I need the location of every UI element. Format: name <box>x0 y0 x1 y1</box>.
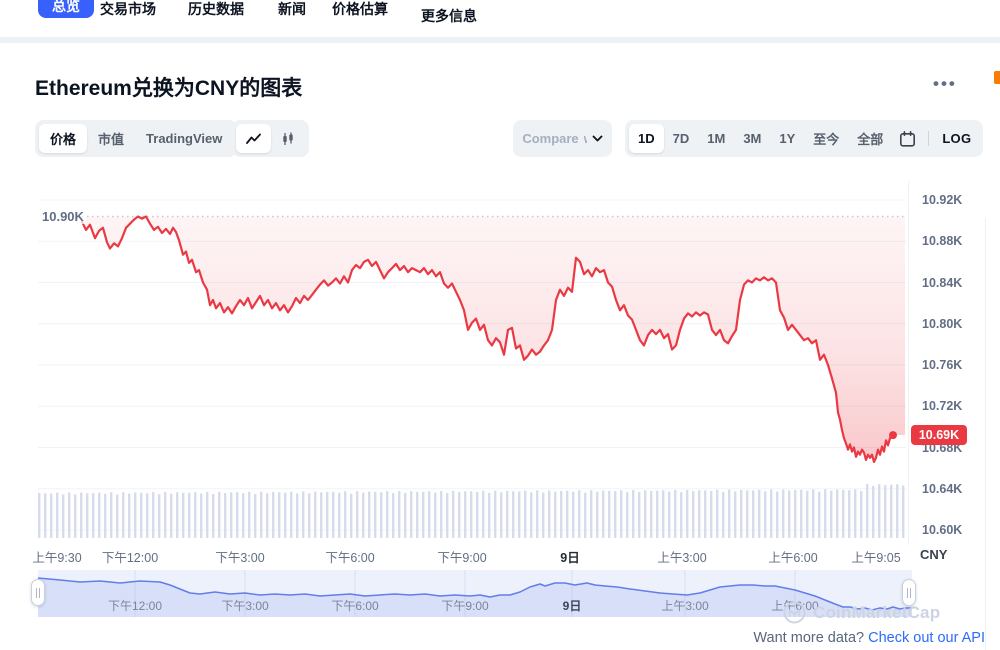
line-chart-button[interactable] <box>236 124 271 153</box>
y-axis-labels: 10.92K 10.88K 10.84K 10.80K 10.76K 10.72K 10.6… <box>922 0 992 560</box>
range-1m[interactable]: 1M <box>698 124 734 153</box>
range-1d[interactable]: 1D <box>629 124 664 153</box>
tab-overview[interactable]: 总览 <box>38 0 94 18</box>
watermark: CoinMarketCap <box>783 601 940 624</box>
x-axis-label: 下午9:00 <box>437 547 486 566</box>
price-chart-plot[interactable]: CoinMarketCap <box>38 180 906 538</box>
compare-label: Compare <box>522 131 578 146</box>
price-chart-svg <box>38 180 906 538</box>
y-axis-label: 10.60K <box>922 523 962 537</box>
candlestick-chart-button[interactable] <box>271 124 305 153</box>
compare-truncated-text: w <box>584 131 587 146</box>
y-axis-label: 10.76K <box>922 358 962 372</box>
navigator-label: 9日 <box>563 597 582 614</box>
metric-toggle-group: 价格 市值 TradingView <box>35 120 237 157</box>
api-promo-text: Want more data? <box>753 630 864 646</box>
y-axis-label: 10.80K <box>922 317 962 331</box>
range-1y[interactable]: 1Y <box>770 124 804 153</box>
x-axis-label: 下午3:00 <box>215 547 264 566</box>
coin-section-tabs: 总览 交易市场 历史数据 新闻 价格估算 更多信息 <box>0 0 1000 36</box>
navigator-right-handle[interactable] <box>902 579 916 606</box>
api-promo: Want more data? Check out our API <box>0 630 985 646</box>
navigator-label: 下午12:00 <box>108 597 162 614</box>
coinmarketcap-logo-icon <box>783 601 806 624</box>
watermark-text: CoinMarketCap <box>813 603 940 623</box>
last-price-badge: 10.69K <box>911 425 967 445</box>
x-axis-label: 上午3:00 <box>657 547 706 566</box>
tab-markets[interactable]: 交易市场 <box>100 0 156 19</box>
range-3m[interactable]: 3M <box>734 124 770 153</box>
range-7d[interactable]: 7D <box>664 124 699 153</box>
cutoff-flame-icon <box>994 71 1000 84</box>
x-axis-labels: 上午9:30下午12:00下午3:00下午6:00下午9:009日上午3:00上… <box>38 547 906 565</box>
x-axis-label: 下午6:00 <box>325 547 374 566</box>
metric-tab-price[interactable]: 价格 <box>39 124 87 153</box>
chevron-down-icon <box>592 135 603 142</box>
api-link[interactable]: Check out our API <box>868 630 985 646</box>
open-price-label: 10.90K <box>40 209 86 224</box>
y-axis-label: 10.64K <box>922 482 962 496</box>
x-axis-label: 下午12:00 <box>102 547 158 566</box>
compare-dropdown[interactable]: Compare w <box>513 120 612 157</box>
x-axis-label: 上午6:00 <box>768 547 817 566</box>
metric-tab-marketcap[interactable]: 市值 <box>87 124 135 153</box>
tab-historical-data[interactable]: 历史数据 <box>188 0 244 19</box>
tab-news[interactable]: 新闻 <box>278 0 306 19</box>
right-panel-divider <box>985 218 986 650</box>
section-divider <box>0 37 1000 43</box>
x-axis-label: 9日 <box>560 547 579 566</box>
navigator-label: 下午9:00 <box>441 597 488 614</box>
navigator-label: 上午3:00 <box>661 597 708 614</box>
metric-tab-tradingview[interactable]: TradingView <box>135 124 233 153</box>
range-ytd[interactable]: 至今 <box>804 124 848 153</box>
candlestick-icon <box>281 132 295 146</box>
y-axis-label: 10.92K <box>922 193 962 207</box>
calendar-icon <box>899 131 916 147</box>
calendar-button[interactable] <box>892 124 923 153</box>
navigator-left-handle[interactable] <box>31 579 45 606</box>
axis-separator <box>908 181 909 545</box>
chart-navigator[interactable]: 下午12:00下午3:00下午6:00下午9:009日上午3:00上午6:00 <box>38 570 912 617</box>
y-axis-label: 10.88K <box>922 234 962 248</box>
x-axis-label: 上午9:30 <box>32 547 81 566</box>
y-axis-label: 10.84K <box>922 276 962 290</box>
tab-price-estimates[interactable]: 价格估算 <box>332 0 388 19</box>
tab-more-info[interactable]: 更多信息 <box>421 6 477 26</box>
navigator-label: 下午3:00 <box>221 597 268 614</box>
page-title: Ethereum兑换为CNY的图表 <box>35 72 302 102</box>
eth-cny-chart-page: 总览 交易市场 历史数据 新闻 价格估算 更多信息 Ethereum兑换为CNY… <box>0 0 1000 650</box>
currency-unit-label: CNY <box>920 547 947 562</box>
range-all[interactable]: 全部 <box>848 124 892 153</box>
chart-type-toggle-group <box>232 120 309 157</box>
y-axis-label: 10.72K <box>922 399 962 413</box>
x-axis-label: 上午9:05 <box>851 547 900 566</box>
navigator-label: 下午6:00 <box>331 597 378 614</box>
line-chart-icon <box>246 133 261 145</box>
